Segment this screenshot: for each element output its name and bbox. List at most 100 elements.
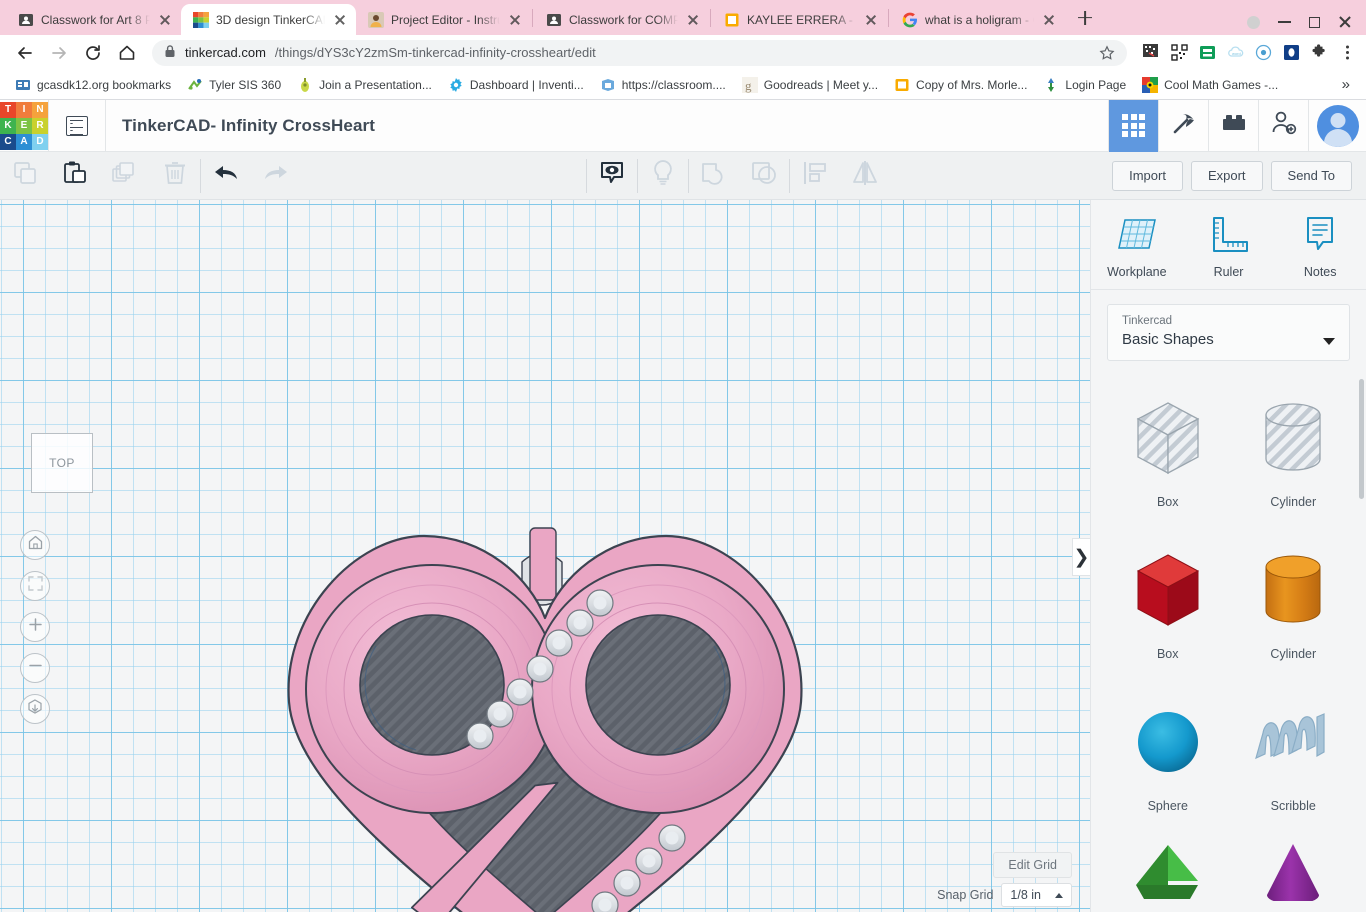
redo-button[interactable] [251, 152, 301, 200]
qr-code-extension-icon[interactable] [1171, 44, 1188, 61]
import-button[interactable]: Import [1112, 160, 1183, 191]
shape-item-box-hole[interactable]: Box [1105, 385, 1231, 537]
tinkercad-logo[interactable]: T I N K E R C A D [0, 101, 48, 150]
view-cube[interactable]: TOP [31, 433, 93, 493]
coolmath-icon [1142, 76, 1159, 93]
logo-tile-1: I [16, 101, 32, 118]
zoom-out-button[interactable] [20, 653, 50, 683]
puzzle-extension-icon[interactable] [1311, 44, 1328, 61]
back-button[interactable] [10, 38, 40, 68]
close-icon[interactable] [685, 12, 701, 28]
blue-circle-extension-icon[interactable] [1255, 44, 1272, 61]
ruler-tool[interactable]: Ruler [1183, 214, 1275, 279]
align-icon [801, 160, 829, 191]
delete-button[interactable] [150, 152, 200, 200]
bookmark-label: Login Page [1065, 77, 1127, 92]
cloud-extension-icon[interactable]: word [1227, 44, 1244, 61]
home-button[interactable] [112, 38, 142, 68]
logo-tile-6: C [0, 133, 16, 150]
light-button[interactable] [638, 152, 688, 200]
maximize-icon[interactable] [1309, 16, 1320, 28]
bookmark-item-2[interactable]: Join a Presentation... [290, 74, 439, 96]
home-view-button[interactable] [20, 530, 50, 560]
edit-grid-button[interactable]: Edit Grid [993, 852, 1072, 878]
shape-item-box-red[interactable]: Box [1105, 537, 1231, 689]
browser-tab-1[interactable]: Classwork for Art 8 Per... [6, 4, 181, 35]
panel-collapse-button[interactable]: ❯ [1072, 538, 1090, 576]
shape-item-cylinder-hole[interactable]: Cylinder [1231, 385, 1357, 537]
bookmark-item-4[interactable]: https://classroom.... [593, 74, 733, 96]
close-icon[interactable] [157, 12, 173, 28]
align-button[interactable] [790, 152, 840, 200]
qr-scan-extension-icon[interactable] [1143, 44, 1160, 61]
shape-label: Box [1156, 646, 1179, 661]
blue-square-extension-icon[interactable] [1283, 44, 1300, 61]
browser-tab-2[interactable]: 3D design TinkerCAD- In... [181, 4, 356, 35]
show-hide-button[interactable] [587, 152, 637, 200]
zoom-in-button[interactable] [20, 612, 50, 642]
group-button[interactable] [689, 152, 739, 200]
fit-view-button[interactable] [20, 571, 50, 601]
paste-button[interactable] [50, 152, 100, 200]
close-icon[interactable] [1041, 12, 1057, 28]
logo-tile-5: R [32, 117, 48, 134]
shape-item-cone-purple[interactable] [1231, 841, 1357, 912]
undo-button[interactable] [201, 152, 251, 200]
close-icon[interactable] [863, 12, 879, 28]
project-menu-button[interactable] [49, 100, 105, 152]
bookmark-item-5[interactable]: g Goodreads | Meet y... [735, 74, 885, 96]
bookmark-item-1[interactable]: Tyler SIS 360 [180, 74, 288, 96]
browser-tab-5[interactable]: KAYLEE ERRERA - STEM... [712, 4, 887, 35]
copy-button[interactable] [0, 152, 50, 200]
shapes-scrollbar[interactable] [1359, 378, 1364, 499]
browser-tab-4[interactable]: Classwork for COMPUT... [534, 4, 709, 35]
address-bar[interactable]: tinkercad.com/things/dYS3cY2zmSm-tinkerc… [152, 39, 1127, 66]
logo-tile-3: K [0, 117, 16, 134]
bookmark-item-6[interactable]: Copy of Mrs. Morle... [887, 74, 1034, 96]
notes-tool[interactable]: Notes [1274, 214, 1366, 279]
browser-tab-3[interactable]: Project Editor - Instructa... [356, 4, 531, 35]
close-icon[interactable] [332, 12, 348, 28]
model-infinity-crossheart[interactable] [272, 522, 818, 912]
bookmark-item-3[interactable]: Dashboard | Inventi... [441, 74, 591, 96]
shape-item-roof-green[interactable] [1105, 841, 1231, 912]
bookmark-star-icon[interactable] [1099, 44, 1115, 61]
classroom-icon [18, 12, 34, 28]
window-close-icon[interactable] [1338, 15, 1352, 29]
tab-divider [710, 8, 711, 27]
3d-viewport[interactable]: TOP ❯ Edit Grid Snap Grid 1/8 in [0, 200, 1090, 912]
grid-view-button[interactable] [1108, 99, 1158, 152]
ungroup-button[interactable] [739, 152, 789, 200]
send-to-button[interactable]: Send To [1270, 160, 1352, 191]
workplane-tool[interactable]: Workplane [1091, 214, 1183, 279]
shape-item-scribble[interactable]: Scribble [1231, 689, 1357, 841]
bookmark-item-8[interactable]: Cool Math Games -... [1135, 74, 1285, 96]
browser-tab-6[interactable]: what is a holigram - Goo... [890, 4, 1065, 35]
header-actions [1108, 99, 1366, 152]
invite-button[interactable] [1258, 99, 1308, 152]
bookmark-item-7[interactable]: Login Page [1036, 74, 1133, 96]
green-document-extension-icon[interactable] [1199, 44, 1216, 61]
duplicate-button[interactable] [100, 152, 150, 200]
delete-icon [163, 160, 187, 191]
reload-button[interactable] [78, 38, 108, 68]
forward-button[interactable] [44, 38, 74, 68]
export-button[interactable]: Export [1190, 160, 1263, 191]
snap-grid-select[interactable]: 1/8 in [1001, 883, 1072, 907]
ortho-perspective-button[interactable] [20, 694, 50, 724]
account-button[interactable] [1308, 99, 1366, 152]
bookmark-item-0[interactable]: gcasdk12.org bookmarks [8, 74, 178, 96]
shape-library-select[interactable]: Tinkercad Basic Shapes [1107, 303, 1350, 361]
three-dot-menu-icon[interactable] [1339, 44, 1356, 61]
shape-item-cylinder-orange[interactable]: Cylinder [1231, 537, 1357, 689]
new-tab-button[interactable] [1071, 4, 1099, 32]
codeblocks-button[interactable] [1158, 99, 1208, 152]
mirror-button[interactable] [840, 152, 890, 200]
shape-item-sphere[interactable]: Sphere [1105, 689, 1231, 841]
bookmarks-overflow-button[interactable]: » [1334, 76, 1358, 93]
minimize-icon[interactable] [1278, 21, 1291, 23]
yellow-square-icon [894, 77, 910, 93]
close-icon[interactable] [507, 12, 523, 28]
logo-tile-0: T [0, 101, 16, 118]
bricks-button[interactable] [1208, 99, 1258, 152]
